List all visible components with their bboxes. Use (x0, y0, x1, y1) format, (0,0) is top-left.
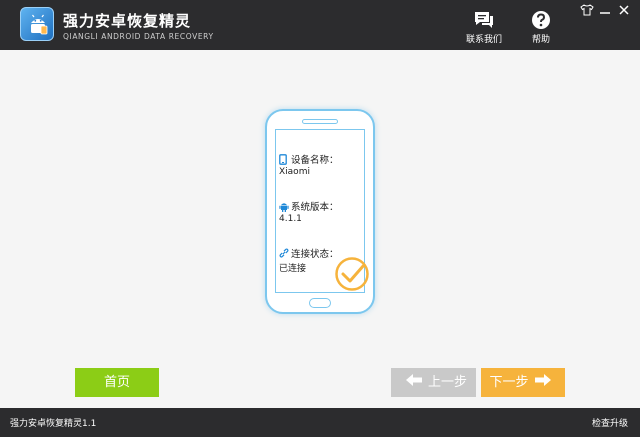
arrow-right-icon (534, 368, 551, 397)
chat-icon (475, 12, 493, 28)
home-button-label: 首页 (103, 375, 130, 390)
help-button[interactable]: 帮助 (517, 10, 565, 46)
version-text: 强力安卓恢复精灵1.1 (10, 419, 97, 429)
arrow-left-icon (405, 368, 422, 397)
phone-home-button (309, 298, 331, 308)
system-version-value: 4.1.1 (279, 214, 302, 224)
help-icon (532, 11, 550, 29)
connection-status-row: 连接状态： (279, 246, 339, 261)
home-button[interactable]: 首页 (75, 368, 159, 397)
contact-us-button[interactable]: 联系我们 (460, 10, 508, 46)
system-version-row: 系统版本： (279, 199, 339, 215)
next-step-button[interactable]: 下一步 (481, 368, 565, 397)
app-logo (20, 7, 54, 41)
close-button[interactable] (617, 4, 633, 16)
phone-speaker (302, 119, 338, 124)
app-subtitle: QIANGLI ANDROID DATA RECOVERY (63, 32, 214, 41)
android-icon (31, 14, 48, 35)
minimize-icon (600, 12, 610, 14)
minimize-button[interactable] (598, 4, 614, 16)
device-name-value: Xiaomi (279, 167, 310, 177)
previous-step-label: 上一步 (427, 375, 467, 390)
android-small-icon (279, 201, 289, 215)
connected-check-icon (334, 256, 370, 296)
status-bar: 强力安卓恢复精灵1.1 检查升级 (0, 408, 640, 437)
app-title: 强力安卓恢复精灵 (63, 12, 192, 30)
shirt-icon (580, 4, 594, 16)
device-info-panel: 设备名称： Xiaomi 系统版本： 4.1.1 连接状态： 已连接 (275, 129, 369, 293)
skin-button[interactable] (580, 4, 596, 16)
device-name-label: 设备名称： (291, 155, 339, 166)
connection-status-label: 连接状态： (291, 249, 339, 260)
connection-status-value: 已连接 (279, 264, 307, 274)
check-update-link[interactable]: 检查升级 (592, 416, 628, 429)
system-version-label: 系统版本： (291, 202, 339, 213)
close-icon (619, 5, 629, 15)
link-icon (279, 248, 289, 261)
title-bar: 强力安卓恢复精灵 QIANGLI ANDROID DATA RECOVERY 联… (0, 0, 640, 50)
phone-illustration: 设备名称： Xiaomi 系统版本： 4.1.1 连接状态： 已连接 (265, 109, 375, 314)
previous-step-button[interactable]: 上一步 (391, 368, 476, 397)
next-step-label: 下一步 (489, 375, 529, 390)
phone-icon (279, 153, 289, 168)
contact-us-label: 联系我们 (465, 35, 502, 45)
help-label: 帮助 (531, 35, 550, 45)
device-name-row: 设备名称： (279, 152, 339, 168)
